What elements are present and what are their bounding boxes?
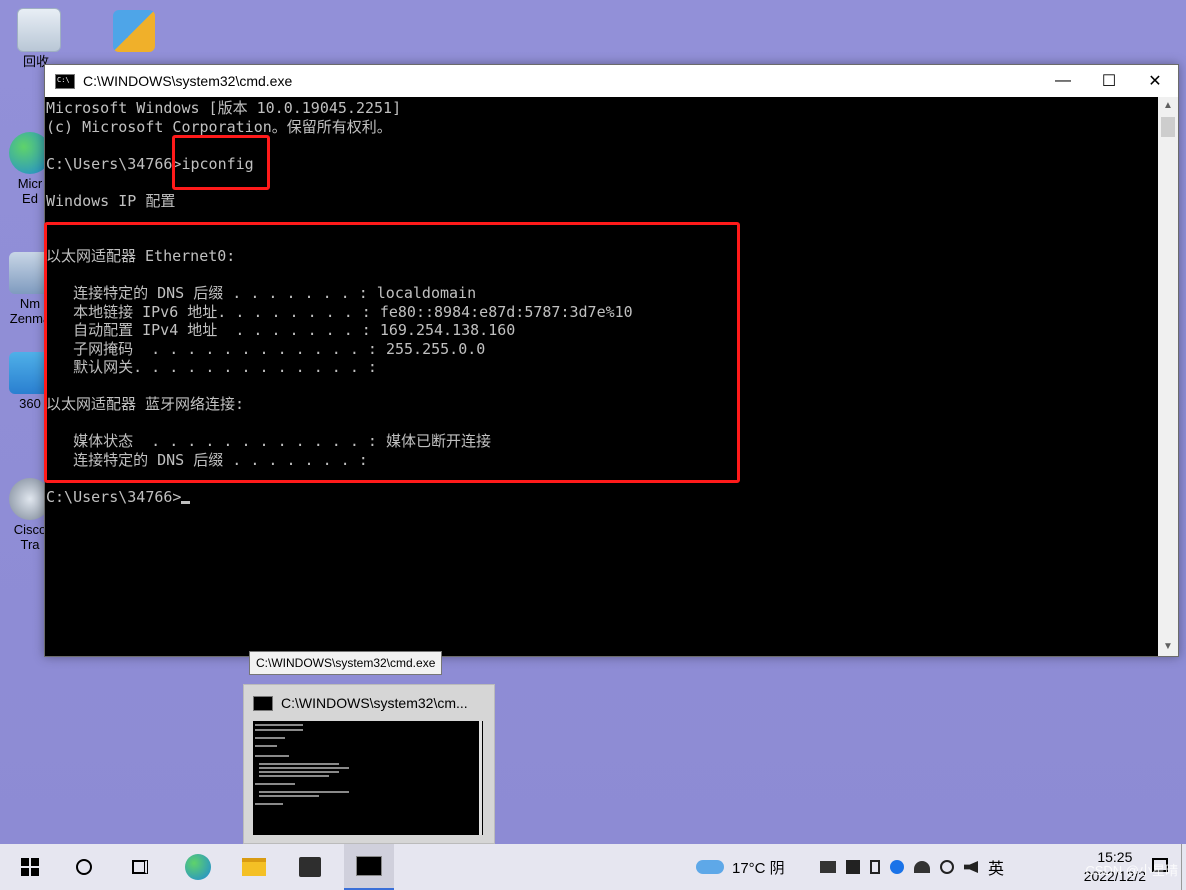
title-bar[interactable]: C:\WINDOWS\system32\cmd.exe — ☐ ✕ [45, 65, 1178, 97]
console-line: (c) Microsoft Corporation。保留所有权利。 [46, 117, 392, 136]
bluetooth-tray-icon[interactable] [890, 860, 904, 874]
cmd-window[interactable]: C:\WINDOWS\system32\cmd.exe — ☐ ✕ Micros… [44, 64, 1179, 657]
usb-tray-icon[interactable] [870, 860, 880, 874]
taskbar: 17°C 阴 英 15:25 2022/12/2 [0, 844, 1186, 890]
close-button[interactable]: ✕ [1132, 65, 1178, 97]
recycle-bin-icon [17, 8, 61, 52]
desktop-icon-360[interactable] [104, 10, 164, 52]
weather-widget[interactable]: 17°C 阴 [696, 844, 785, 890]
console-line: 以太网适配器 Ethernet0: [46, 247, 236, 265]
store-bag-icon [299, 857, 321, 877]
network-tray-icon[interactable] [914, 861, 930, 873]
text-cursor [181, 500, 191, 504]
window-title: C:\WINDOWS\system32\cmd.exe [83, 73, 293, 89]
cmd-app-icon [253, 695, 273, 711]
console-line: 媒体状态 . . . . . . . . . . . . : 媒体已断开连接 [46, 432, 491, 450]
watermark: CSDN @小星晴 [1085, 863, 1178, 878]
console-line: Microsoft Windows [版本 10.0.19045.2251] [46, 99, 402, 117]
console-line: 子网掩码 . . . . . . . . . . . . : 255.255.0… [46, 339, 486, 358]
folder-icon [242, 858, 266, 876]
360-security-icon [113, 10, 155, 52]
console-line: Windows IP 配置 [46, 191, 176, 210]
console-prompt-line[interactable]: C:\Users\34766> [46, 488, 1157, 507]
search-button[interactable] [64, 844, 104, 890]
start-button[interactable] [10, 844, 50, 890]
system-tray[interactable]: 英 [820, 844, 1004, 890]
show-desktop-button[interactable] [1181, 844, 1186, 890]
cortana-circle-icon [76, 859, 92, 875]
desktop-icon-recycle-bin[interactable]: 回收 [9, 8, 69, 69]
console-line: 自动配置 IPv4 地址 . . . . . . . : 169.254.138… [46, 321, 516, 339]
console-line: 本地链接 IPv6 地址. . . . . . . . : fe80::8984… [46, 302, 633, 321]
cloud-icon [696, 860, 724, 874]
globe-icon[interactable] [940, 860, 954, 874]
thumbnail-title: C:\WINDOWS\system32\cm... [281, 695, 468, 711]
task-view-icon [132, 860, 148, 874]
windows-logo-icon [21, 858, 39, 876]
taskbar-thumbnail-preview[interactable]: C:\WINDOWS\system32\cm... [243, 684, 495, 844]
scroll-thumb[interactable] [1161, 117, 1175, 137]
console-line: 默认网关. . . . . . . . . . . . . : [46, 358, 377, 376]
taskbar-tooltip: C:\WINDOWS\system32\cmd.exe [249, 651, 443, 675]
cmd-icon [356, 856, 382, 876]
console-line: 连接特定的 DNS 后缀 . . . . . . . : [46, 450, 368, 469]
taskbar-cmd[interactable] [344, 844, 394, 890]
console-output[interactable]: Microsoft Windows [版本 10.0.19045.2251] (c… [45, 97, 1157, 656]
ime-indicator[interactable]: 英 [988, 855, 1004, 879]
thumbnail-window-preview[interactable] [253, 721, 483, 835]
vmware-tray-icon[interactable] [820, 861, 836, 873]
security-tray-icon[interactable] [846, 860, 860, 874]
weather-text: 17°C 阴 [732, 859, 785, 877]
command-prompt: C:\Users\34766> [46, 487, 182, 506]
minimize-button[interactable]: — [1040, 65, 1086, 97]
taskbar-edge[interactable] [176, 844, 220, 890]
vertical-scrollbar[interactable]: ▲ ▼ [1158, 97, 1178, 656]
maximize-button[interactable]: ☐ [1086, 65, 1132, 97]
task-view-button[interactable] [120, 844, 160, 890]
volume-icon[interactable] [964, 861, 978, 873]
console-line: C:\Users\34766>ipconfig [46, 154, 254, 173]
taskbar-store[interactable] [288, 844, 332, 890]
scroll-up-arrow-icon[interactable]: ▲ [1158, 97, 1178, 115]
console-line: 以太网适配器 蓝牙网络连接: [46, 395, 245, 413]
cmd-app-icon [55, 73, 75, 89]
edge-icon [185, 854, 211, 880]
scroll-down-arrow-icon[interactable]: ▼ [1158, 638, 1178, 656]
taskbar-file-explorer[interactable] [232, 844, 276, 890]
console-line: 连接特定的 DNS 后缀 . . . . . . . : localdomain [46, 284, 477, 302]
